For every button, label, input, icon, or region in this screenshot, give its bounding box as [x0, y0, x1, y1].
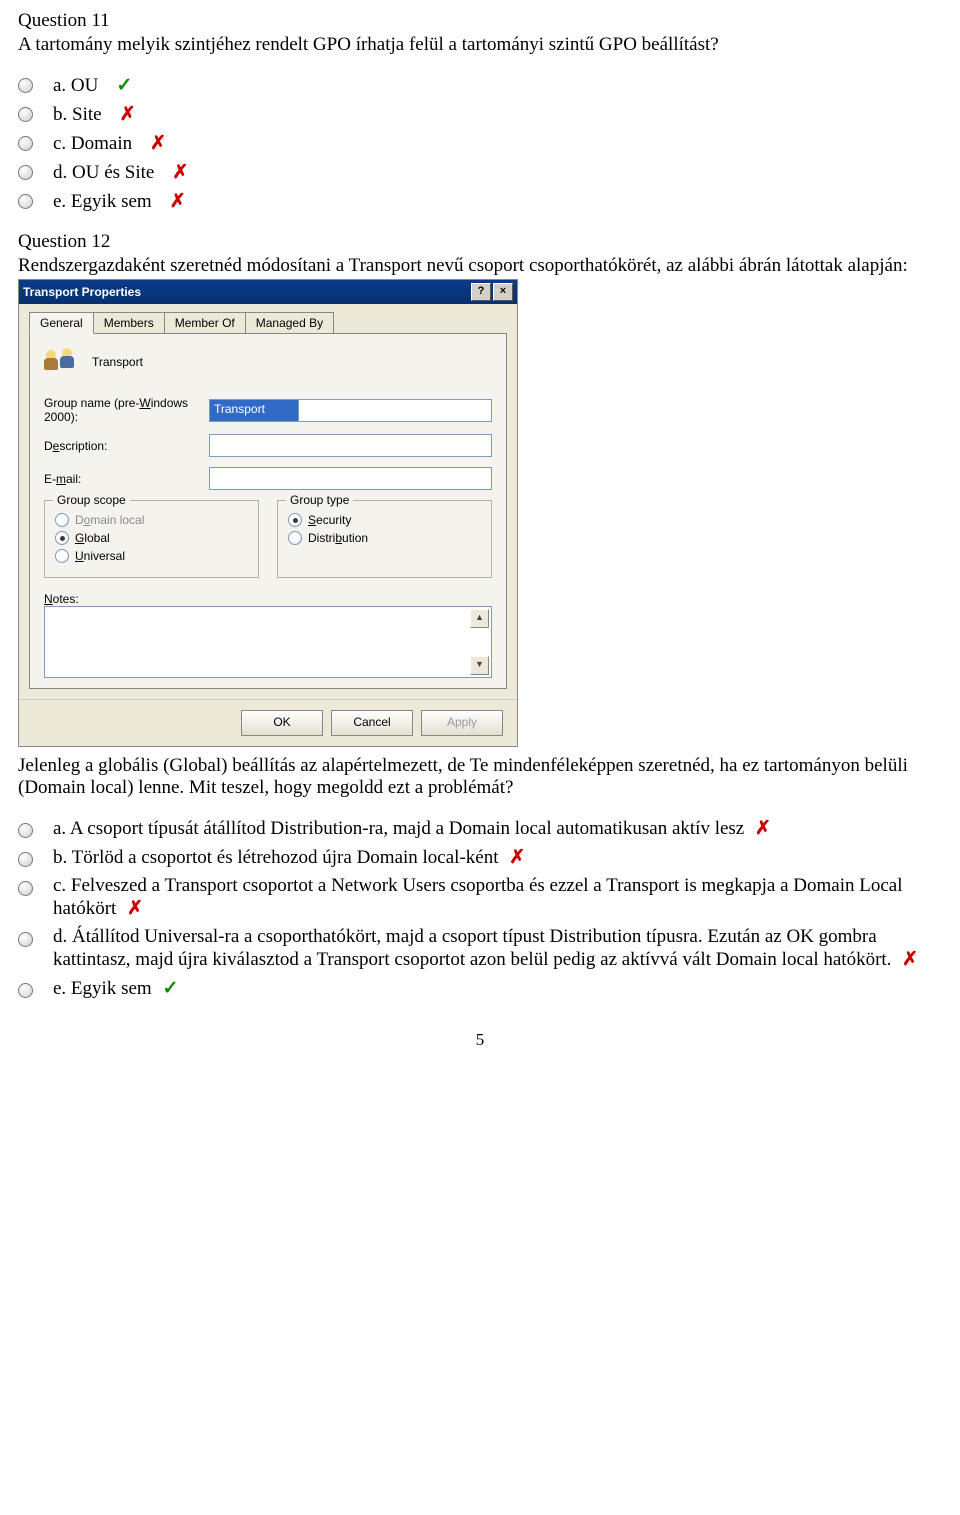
question-12-title: Question 12 — [18, 231, 942, 253]
radio-domain-local — [55, 513, 69, 527]
scroll-up-icon[interactable]: ▲ — [470, 609, 489, 628]
group-scope-legend: Group scope — [53, 493, 130, 507]
radio-universal[interactable] — [55, 549, 69, 563]
group-scope-fieldset: Group scope Domain local Global Universa… — [44, 500, 259, 578]
group-icon — [44, 348, 78, 376]
type-security: Security — [308, 513, 351, 527]
ok-button[interactable]: OK — [241, 710, 323, 736]
option-e: e. Egyik sem ✓ — [53, 977, 942, 1000]
option-c: c. Felveszed a Transport csoportot a Net… — [53, 875, 942, 920]
radio-icon[interactable] — [18, 983, 33, 998]
transport-properties-dialog: Transport Properties ? × General Members… — [18, 279, 518, 747]
radio-security[interactable] — [288, 513, 302, 527]
cross-icon: ✗ — [150, 132, 166, 155]
group-display-name: Transport — [92, 355, 143, 369]
option-a: a. OU — [53, 75, 98, 97]
group-name-input[interactable]: Transport — [209, 399, 299, 422]
label-description: Description: — [44, 439, 209, 453]
radio-icon[interactable] — [18, 78, 33, 93]
check-icon: ✓ — [116, 74, 132, 97]
option-e: e. Egyik sem — [53, 191, 152, 213]
question-12-options: a. A csoport típusát átállítod Distribut… — [18, 817, 942, 1000]
help-button[interactable]: ? — [471, 283, 491, 301]
email-input[interactable] — [209, 467, 492, 490]
cross-icon: ✗ — [170, 190, 186, 213]
tab-managed-by[interactable]: Managed By — [245, 312, 334, 333]
tab-members[interactable]: Members — [93, 312, 165, 333]
cross-icon: ✗ — [902, 948, 918, 971]
option-d: d. OU és Site — [53, 162, 154, 184]
option-d: d. Átállítod Universal-ra a csoporthatók… — [53, 926, 942, 971]
radio-icon[interactable] — [18, 852, 33, 867]
label-email: E-mail: — [44, 472, 209, 486]
dialog-button-row: OK Cancel Apply — [19, 699, 517, 746]
scope-global: Global — [75, 531, 110, 545]
cross-icon: ✗ — [509, 846, 525, 869]
cross-icon: ✗ — [127, 897, 143, 920]
radio-icon[interactable] — [18, 823, 33, 838]
cross-icon: ✗ — [120, 103, 136, 126]
cross-icon: ✗ — [755, 817, 771, 840]
tab-content-general: Transport Group name (pre-Windows 2000):… — [29, 334, 507, 689]
label-group-name: Group name (pre-Windows 2000): — [44, 396, 209, 424]
question-11-text: A tartomány melyik szintjéhez rendelt GP… — [18, 34, 942, 56]
option-b: b. Törlöd a csoportot és létrehozod újra… — [53, 846, 942, 869]
dialog-titlebar: Transport Properties ? × — [19, 280, 517, 304]
radio-distribution[interactable] — [288, 531, 302, 545]
group-type-fieldset: Group type Security Distribution — [277, 500, 492, 578]
option-a: a. A csoport típusát átállítod Distribut… — [53, 817, 942, 840]
scope-domain-local: Domain local — [75, 513, 144, 527]
apply-button[interactable]: Apply — [421, 710, 503, 736]
question-11-title: Question 11 — [18, 10, 942, 32]
scope-universal: Universal — [75, 549, 125, 563]
check-icon: ✓ — [162, 977, 178, 1000]
description-input[interactable] — [209, 434, 492, 457]
radio-icon[interactable] — [18, 107, 33, 122]
radio-icon[interactable] — [18, 165, 33, 180]
radio-icon[interactable] — [18, 136, 33, 151]
dialog-tabs: General Members Member Of Managed By — [29, 312, 507, 334]
option-c: c. Domain — [53, 133, 132, 155]
cross-icon: ✗ — [172, 161, 188, 184]
question-12-text: Rendszergazdaként szeretnéd módosítani a… — [18, 255, 942, 277]
tab-member-of[interactable]: Member Of — [164, 312, 246, 333]
notes-textarea[interactable]: ▲ ▼ — [44, 606, 492, 678]
dialog-title: Transport Properties — [23, 285, 469, 299]
close-button[interactable]: × — [493, 283, 513, 301]
cancel-button[interactable]: Cancel — [331, 710, 413, 736]
group-name-input-rest[interactable] — [298, 399, 492, 422]
group-type-legend: Group type — [286, 493, 353, 507]
label-notes: Notes: — [44, 592, 492, 606]
scroll-down-icon[interactable]: ▼ — [470, 656, 489, 675]
radio-global[interactable] — [55, 531, 69, 545]
type-distribution: Distribution — [308, 531, 368, 545]
tab-general[interactable]: General — [29, 312, 94, 334]
radio-icon[interactable] — [18, 194, 33, 209]
option-b: b. Site — [53, 104, 102, 126]
question-11-options: a. OU ✓ b. Site ✗ c. Domain ✗ d. OU és S… — [18, 74, 942, 213]
radio-icon[interactable] — [18, 932, 33, 947]
page-number: 5 — [18, 1030, 942, 1050]
radio-icon[interactable] — [18, 881, 33, 896]
question-12-after-text: Jelenleg a globális (Global) beállítás a… — [18, 755, 942, 799]
